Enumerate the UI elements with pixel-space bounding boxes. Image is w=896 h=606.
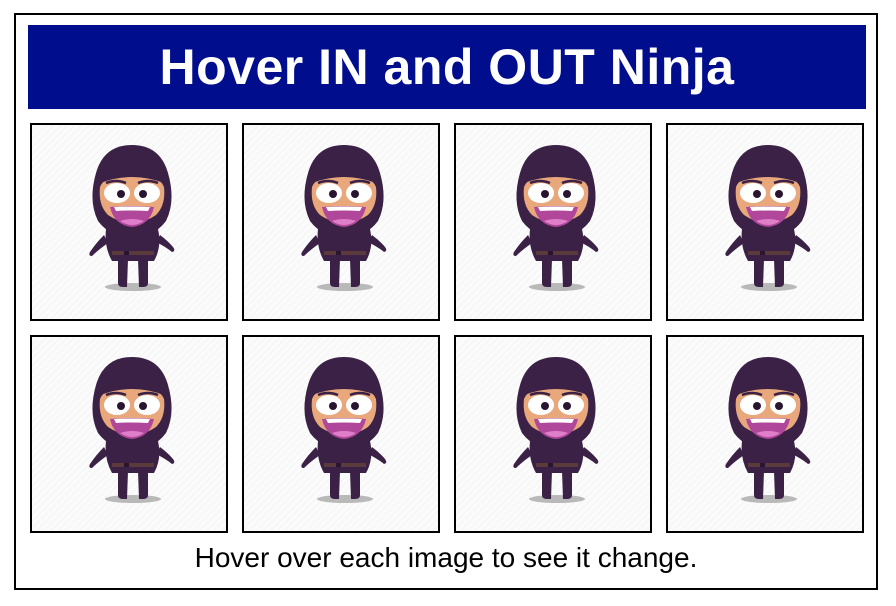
ninja-image-tile[interactable] (242, 335, 440, 533)
ninja-image-tile[interactable] (454, 335, 652, 533)
image-gallery (30, 123, 864, 533)
ninja-image-tile[interactable] (666, 123, 864, 321)
page-title: Hover IN and OUT Ninja (28, 25, 866, 109)
instruction-text: Hover over each image to see it change. (194, 542, 698, 573)
ninja-icon (88, 355, 176, 505)
page-frame: Hover IN and OUT Ninja Hover over each i… (14, 13, 878, 590)
ninja-icon (512, 143, 600, 293)
ninja-image-tile[interactable] (454, 123, 652, 321)
ninja-image-tile[interactable] (666, 335, 864, 533)
ninja-image-tile[interactable] (30, 123, 228, 321)
ninja-icon (724, 355, 812, 505)
ninja-image-tile[interactable] (30, 335, 228, 533)
ninja-image-tile[interactable] (242, 123, 440, 321)
ninja-icon (300, 355, 388, 505)
ninja-icon (512, 355, 600, 505)
ninja-icon (724, 143, 812, 293)
ninja-icon (300, 143, 388, 293)
ninja-icon (88, 143, 176, 293)
